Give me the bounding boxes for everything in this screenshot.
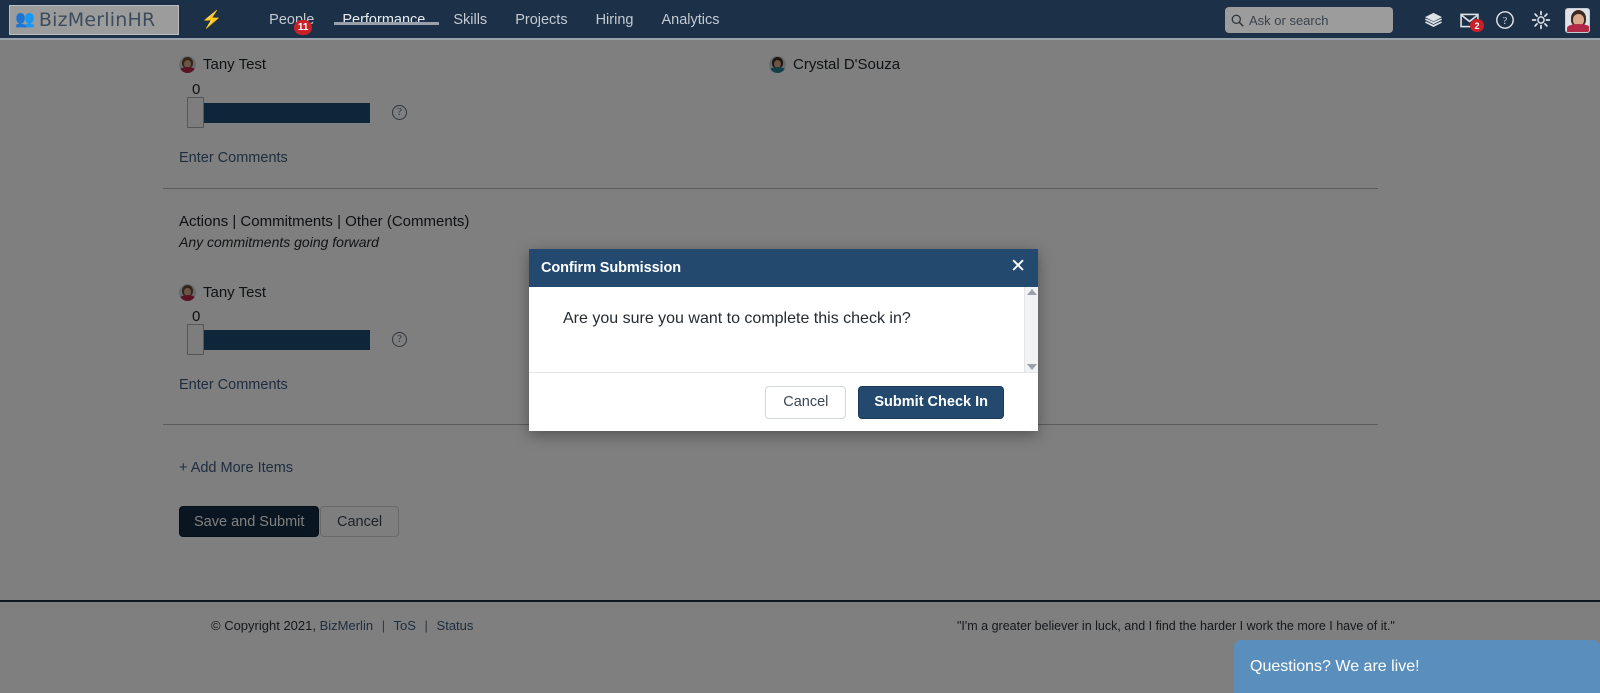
nav-item-projects[interactable]: Projects: [501, 0, 581, 28]
mail-badge: 2: [1470, 19, 1484, 32]
scroll-down-arrow-icon[interactable]: [1026, 364, 1037, 370]
gear-icon[interactable]: [1523, 0, 1559, 40]
scroll-up-arrow-icon[interactable]: [1026, 289, 1037, 295]
top-navigation-bar: 👥 BizMerlinHR ⚡ People 11 Performance Sk…: [0, 0, 1600, 40]
modal-scrollbar[interactable]: [1024, 287, 1038, 372]
svg-text:?: ?: [1503, 16, 1508, 27]
modal-cancel-button[interactable]: Cancel: [765, 385, 847, 419]
nav-item-hiring[interactable]: Hiring: [582, 0, 648, 28]
modal-header: Confirm Submission ✕: [529, 249, 1038, 287]
help-circle-icon[interactable]: ?: [1487, 0, 1523, 40]
modal-title: Confirm Submission: [541, 260, 681, 276]
layers-icon[interactable]: [1415, 0, 1451, 40]
nav-item-people[interactable]: People 11: [255, 0, 328, 35]
modal-body: Are you sure you want to complete this c…: [529, 287, 1038, 373]
nav-right-actions: 2 ?: [1225, 0, 1600, 40]
nav-item-skills[interactable]: Skills: [439, 0, 501, 28]
nav-item-analytics-label: Analytics: [661, 12, 720, 28]
search-input[interactable]: [1249, 12, 1384, 28]
brand-logo[interactable]: 👥 BizMerlinHR: [9, 5, 179, 35]
user-avatar[interactable]: [1565, 7, 1590, 33]
modal-submit-check-in-button[interactable]: Submit Check In: [858, 385, 1004, 419]
modal-footer: Cancel Submit Check In: [529, 373, 1038, 431]
main-nav-links: People 11 Performance Skills Projects Hi…: [255, 0, 733, 40]
nav-item-hiring-label: Hiring: [595, 12, 634, 28]
lightning-bolt-icon[interactable]: ⚡: [201, 10, 222, 30]
modal-body-text: Are you sure you want to complete this c…: [563, 310, 911, 327]
live-chat-label: Questions? We are live!: [1250, 657, 1420, 675]
nav-item-projects-label: Projects: [515, 12, 568, 28]
search-icon: [1231, 14, 1244, 27]
nav-item-analytics[interactable]: Analytics: [647, 0, 733, 28]
live-chat-bubble[interactable]: Questions? We are live!: [1234, 640, 1600, 693]
mail-icon[interactable]: 2: [1451, 0, 1487, 40]
people-group-icon: 👥: [15, 11, 35, 28]
confirm-submission-dialog: Confirm Submission ✕ Are you sure you wa…: [529, 249, 1038, 431]
nav-item-performance-label: Performance: [342, 12, 426, 28]
nav-people-badge: 11: [294, 20, 313, 35]
search-box[interactable]: [1225, 7, 1393, 33]
nav-item-performance[interactable]: Performance: [328, 0, 440, 28]
brand-name: BizMerlinHR: [38, 9, 156, 31]
close-icon[interactable]: ✕: [1010, 257, 1026, 276]
nav-item-skills-label: Skills: [453, 12, 488, 28]
